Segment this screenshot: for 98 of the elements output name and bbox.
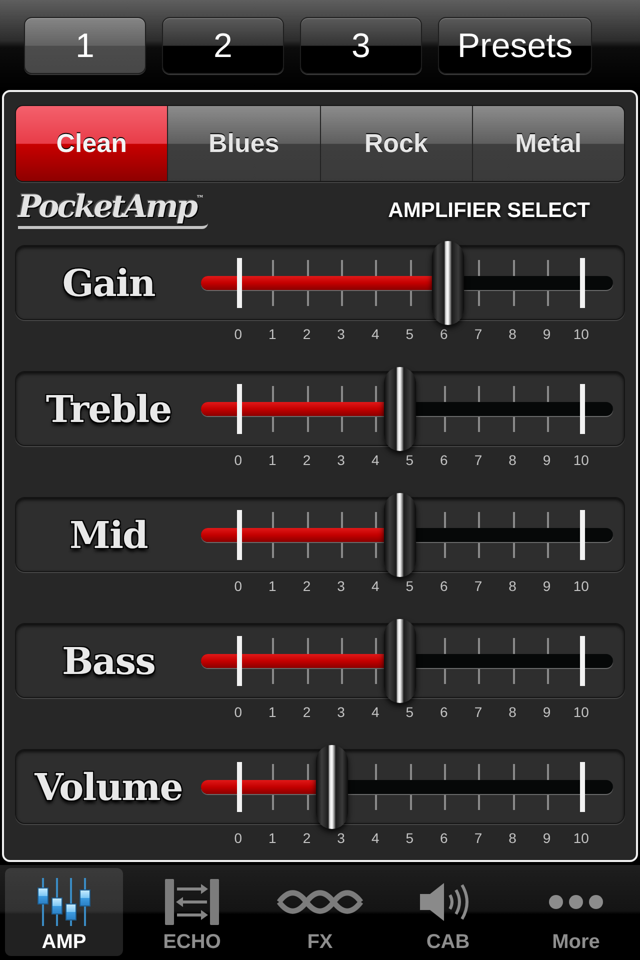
scale-number: 6	[439, 452, 449, 468]
amp-tab[interactable]: Rock	[320, 106, 472, 181]
tab-bar-item[interactable]: CAB	[389, 868, 507, 956]
tab-bar-item[interactable]: AMP	[5, 868, 123, 956]
slider-track[interactable]	[201, 618, 613, 702]
control-label: Volume	[33, 764, 184, 808]
scale-number: 2	[302, 830, 312, 846]
scale-number: 0	[233, 326, 244, 342]
scale-number: 2	[302, 326, 312, 342]
scale-number: 10	[572, 326, 590, 342]
scale-number: 4	[370, 578, 380, 594]
scale-number: 5	[404, 704, 415, 720]
scale-number: 6	[439, 830, 449, 846]
scale-number: 5	[404, 326, 415, 342]
sliders-icon	[37, 878, 91, 926]
slider-thumb[interactable]	[384, 366, 416, 450]
scale-number: 9	[542, 704, 552, 720]
tab-bar-item[interactable]: FX	[261, 868, 379, 956]
amp-tab[interactable]: Clean	[16, 106, 168, 181]
scale-number: 7	[473, 452, 484, 468]
tick-mark	[236, 762, 242, 812]
scale-number: 1	[268, 326, 278, 342]
scale-number: 4	[370, 452, 380, 468]
slider-track[interactable]	[201, 366, 613, 450]
scale-number: 9	[542, 830, 552, 846]
scale-number: 3	[336, 326, 346, 342]
amp-tab[interactable]: Metal	[472, 106, 624, 181]
scale-number: 3	[336, 704, 346, 720]
section-title: AMPLIFIER SELECT	[388, 199, 590, 223]
scale-number: 0	[233, 704, 244, 720]
presets-button[interactable]: Presets	[438, 17, 592, 74]
tick-mark	[236, 384, 242, 434]
slider-track[interactable]	[201, 492, 613, 576]
tick-mark	[236, 258, 242, 308]
scale-number: 9	[542, 578, 552, 594]
tab-bar-item[interactable]: More	[517, 868, 635, 956]
slider-thumb[interactable]	[384, 492, 416, 576]
slider-track[interactable]	[201, 744, 613, 828]
slider-thumb[interactable]	[384, 618, 416, 702]
scale-number: 8	[508, 578, 518, 594]
slider-thumb[interactable]	[432, 240, 464, 324]
scale-number: 5	[404, 452, 415, 468]
scale-number: 10	[572, 830, 590, 846]
scale-number: 3	[336, 578, 346, 594]
preset-slot-button[interactable]: 3	[300, 17, 422, 74]
scale-number: 7	[473, 704, 484, 720]
scale-number: 7	[473, 830, 484, 846]
scale-number: 4	[370, 704, 380, 720]
scale-number: 5	[404, 830, 415, 846]
control-label: Gain	[61, 260, 156, 304]
scale-number: 3	[336, 452, 346, 468]
scale-number: 7	[473, 578, 484, 594]
slider-thumb[interactable]	[316, 744, 348, 828]
scale-number: 0	[233, 830, 244, 846]
scale-number: 6	[439, 704, 449, 720]
scale-number: 2	[302, 452, 312, 468]
arrows-icon	[165, 879, 219, 925]
scale-number: 1	[268, 704, 278, 720]
scale-number: 4	[370, 326, 380, 342]
tick-mark	[580, 510, 585, 560]
amp-tab[interactable]: Blues	[167, 106, 320, 181]
scale-number: 8	[508, 830, 518, 846]
scale-number: 9	[542, 452, 552, 468]
scale-number: 10	[572, 704, 590, 720]
app-logo: PocketAmp$^{™}$	[18, 191, 208, 229]
scale-number: 5	[404, 578, 415, 594]
scale-number: 6	[439, 326, 449, 342]
scale-number: 0	[233, 578, 244, 594]
scale-number: 2	[302, 578, 312, 594]
tick-mark	[580, 384, 585, 434]
slider-track[interactable]	[201, 240, 613, 324]
scale-number: 10	[572, 578, 590, 594]
ellipsis-icon	[549, 895, 603, 909]
scale-number: 9	[542, 326, 552, 342]
scale-number: 1	[268, 578, 278, 594]
scale-number: 1	[268, 452, 278, 468]
preset-slot-button[interactable]: 1	[24, 17, 146, 74]
scale-number: 4	[370, 830, 380, 846]
scale-number: 8	[508, 704, 518, 720]
scale-number: 6	[439, 578, 449, 594]
scale-number: 8	[508, 452, 518, 468]
control-label: Treble	[44, 386, 172, 430]
scale-number: 0	[233, 452, 244, 468]
scale-number: 8	[508, 326, 518, 342]
scale-number: 3	[336, 830, 346, 846]
scale-number: 10	[572, 452, 590, 468]
tick-mark	[236, 510, 242, 560]
scale-number: 2	[302, 704, 312, 720]
tick-mark	[580, 636, 585, 686]
tick-mark	[580, 258, 585, 308]
preset-slot-button[interactable]: 2	[162, 17, 284, 74]
scale-number: 7	[473, 326, 484, 342]
control-label: Bass	[61, 638, 156, 682]
tick-mark	[580, 762, 585, 812]
control-label: Mid	[68, 512, 148, 556]
scale-number: 1	[268, 830, 278, 846]
tab-bar-item[interactable]: ECHO	[133, 868, 251, 956]
tick-mark	[236, 636, 242, 686]
